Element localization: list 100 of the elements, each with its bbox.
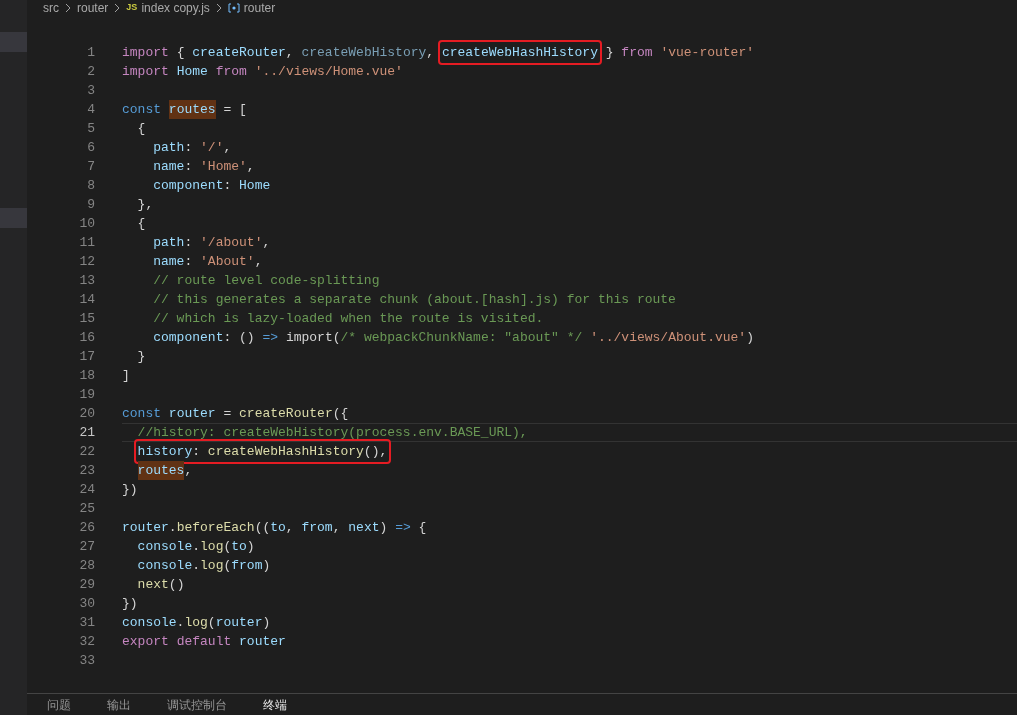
line-number: 16 — [78, 328, 95, 347]
code-token: Home — [239, 176, 271, 195]
code-token: '../views/About.vue' — [590, 328, 747, 347]
chevron-icon — [215, 4, 222, 12]
code-token: beforeEach — [176, 518, 255, 537]
code-token: }, — [137, 195, 154, 214]
line-number: 3 — [86, 81, 95, 100]
code-token: { — [137, 214, 146, 233]
code-token: , — [426, 43, 436, 62]
line-number: 14 — [78, 290, 95, 309]
panel-tab[interactable]: 问题 — [47, 695, 71, 714]
code-token: '/' — [200, 138, 224, 157]
code-token: ) — [379, 518, 389, 537]
chevron-icon — [65, 4, 71, 12]
code-token: : — [184, 233, 194, 252]
code-token: => — [395, 518, 411, 537]
code-token: from — [215, 62, 247, 81]
code-token: , — [254, 252, 263, 271]
line-number: 6 — [86, 138, 95, 157]
code-token: name — [153, 252, 185, 271]
code-token: routes — [137, 460, 185, 481]
line-number: 2 — [86, 62, 95, 81]
code-token: router — [239, 632, 286, 651]
code-token: ) — [246, 537, 255, 556]
panel-tab[interactable]: 终端 — [263, 695, 287, 714]
line-number: 12 — [78, 252, 95, 271]
code-token: Home — [176, 62, 208, 81]
code-token: createWebHistory — [301, 43, 427, 62]
code-token: name — [153, 157, 185, 176]
sidebar-selection — [0, 208, 27, 228]
code-token: ) — [262, 613, 271, 632]
code-token: log — [184, 613, 208, 632]
breadcrumb-item[interactable]: index copy.js — [141, 0, 210, 17]
line-number: 23 — [78, 461, 95, 480]
code-token: , — [285, 518, 295, 537]
code-token: 'About' — [200, 252, 255, 271]
code-token: from — [301, 518, 333, 537]
code-token: => — [262, 328, 279, 347]
line-number: 4 — [86, 100, 95, 119]
code-token: ({ — [332, 404, 349, 423]
line-number: 27 — [78, 537, 95, 556]
code-token: router — [215, 613, 263, 632]
code-token: routes — [168, 99, 216, 120]
code-token: 'Home' — [200, 157, 247, 176]
code-token: () — [168, 575, 185, 594]
code-token: next — [348, 518, 380, 537]
line-number: 22 — [78, 442, 95, 461]
code-token: (( — [254, 518, 271, 537]
code-token: ( — [207, 613, 216, 632]
line-number: 10 — [78, 214, 95, 233]
code-token: = [ — [223, 100, 247, 119]
code-token: ( — [223, 537, 232, 556]
code-token: /* webpackChunkName: "about" */ — [340, 328, 583, 347]
code-token: createWebHashHistory — [207, 442, 364, 461]
line-number: 13 — [78, 271, 95, 290]
code-token: path — [153, 138, 185, 157]
code-token: from — [231, 556, 263, 575]
line-number: 18 — [78, 366, 95, 385]
panel-tab[interactable]: 输出 — [107, 695, 131, 714]
code-token: : — [184, 138, 194, 157]
code-token: import( — [285, 328, 341, 347]
line-number: 29 — [78, 575, 95, 594]
line-number: 33 — [78, 651, 95, 670]
code-token: log — [200, 537, 224, 556]
line-number: 25 — [78, 499, 95, 518]
code-token: 'vue-router' — [660, 43, 754, 62]
code-token: . — [192, 556, 201, 575]
code-token: { — [176, 43, 186, 62]
code-token: . — [176, 613, 185, 632]
breadcrumb-item[interactable]: src — [43, 0, 59, 17]
code-token: history — [137, 442, 193, 461]
code-token: const — [122, 100, 161, 119]
breadcrumb-item[interactable]: router — [77, 0, 109, 17]
code-token: : — [184, 252, 194, 271]
code-token: : — [223, 176, 233, 195]
code-token: createRouter — [239, 404, 333, 423]
code-token: , — [262, 233, 271, 252]
code-token: ) — [746, 328, 754, 347]
code-token: }) — [122, 480, 138, 499]
line-number: 19 — [78, 385, 95, 404]
code-token: '/about' — [200, 233, 263, 252]
line-number: 21 — [78, 423, 95, 442]
line-number: 8 — [86, 176, 95, 195]
code-token: } — [605, 43, 615, 62]
code-token: from — [621, 43, 653, 62]
code-token: : — [192, 442, 202, 461]
code-token: console — [137, 537, 193, 556]
code-token: ( — [223, 556, 232, 575]
code-token: router — [122, 518, 169, 537]
code-token: path — [153, 233, 185, 252]
line-number: 11 — [78, 233, 95, 252]
line-number: 24 — [78, 480, 95, 499]
sidebar-selection — [0, 32, 27, 52]
breadcrumb-item[interactable]: router — [243, 0, 276, 17]
code-token: component — [153, 328, 224, 347]
code-token: export — [122, 632, 169, 651]
panel-tab[interactable]: 调试控制台 — [167, 695, 227, 714]
line-number: 26 — [78, 518, 95, 537]
line-number: 7 — [86, 157, 95, 176]
code-token: (), — [363, 442, 388, 461]
